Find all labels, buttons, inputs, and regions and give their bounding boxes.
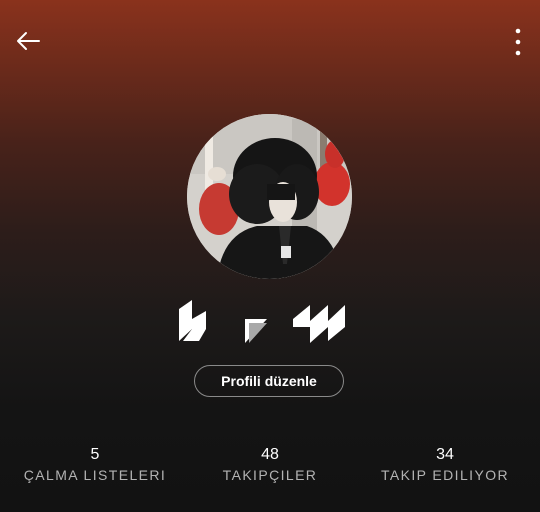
stat-label: TAKIP EDILIYOR <box>380 467 509 483</box>
display-name <box>170 297 370 347</box>
profile-photo <box>187 114 352 279</box>
top-bar <box>0 0 540 82</box>
back-button[interactable] <box>8 24 48 58</box>
more-options-button[interactable] <box>506 22 530 62</box>
stat-value: 5 <box>90 446 100 463</box>
stat-value: 34 <box>436 446 454 463</box>
stylized-name-graphic <box>179 300 345 343</box>
stat-followers[interactable]: 48 TAKIPÇILER <box>185 444 355 484</box>
stat-label: ÇALMA LISTELERI <box>23 467 167 483</box>
edit-profile-button[interactable]: Profili düzenle <box>194 365 344 397</box>
stat-label: TAKIPÇILER <box>222 467 318 483</box>
stat-value: 48 <box>261 446 279 463</box>
profile-screen: Profili düzenle 5 ÇALMA LISTELERI 48 TAK… <box>0 0 540 512</box>
avatar[interactable] <box>187 114 352 279</box>
stat-following[interactable]: 34 TAKIP EDILIYOR <box>360 444 530 484</box>
arrow-left-icon <box>17 32 40 50</box>
stat-playlists[interactable]: 5 ÇALMA LISTELERI <box>10 444 180 484</box>
more-vertical-icon <box>515 28 521 56</box>
